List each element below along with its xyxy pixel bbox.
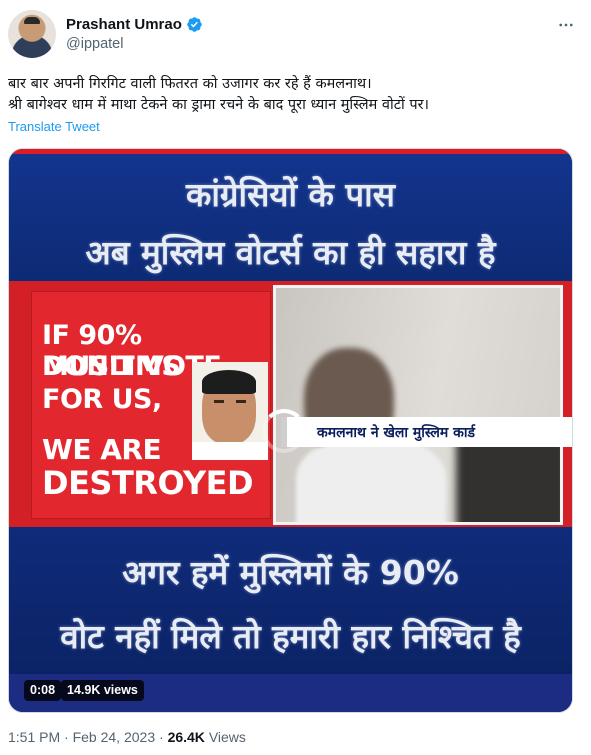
translate-tweet-link[interactable]: Translate Tweet — [8, 119, 100, 134]
quote-line-3: FOR US, — [42, 384, 162, 415]
video-duration-badge: 0:08 — [24, 680, 62, 701]
tweet-text: बार बार अपनी गिरगिट वाली फितरत को उजागर … — [8, 74, 583, 116]
quote-card: IF 90% MUSLIMS DON'T VOTE FOR US, WE ARE… — [31, 291, 271, 519]
tweet-line-1: बार बार अपनी गिरगिट वाली फितरत को उजागर … — [8, 76, 372, 92]
author-name[interactable]: Prashant Umrao — [66, 16, 182, 33]
views-count: 26.4K — [167, 729, 205, 745]
video-views-badge: 14.9K views — [61, 680, 144, 701]
more-options-icon[interactable] — [555, 14, 577, 36]
video-headline-bottom-1: अगर हमें मुस्लिमों के 90% — [122, 553, 459, 592]
loading-spinner-icon — [262, 409, 306, 453]
quote-line-4: WE ARE — [42, 433, 162, 466]
meta-separator: · — [64, 729, 69, 745]
quote-line-5: DESTROYED — [42, 464, 254, 502]
tweet-time[interactable]: 1:51 PM — [8, 729, 60, 745]
video-middle-section: IF 90% MUSLIMS DON'T VOTE FOR US, WE ARE… — [9, 281, 572, 527]
news-strap: कमलनाथ ने खेला मुस्लिम कार्ड — [281, 417, 572, 447]
meta-separator: · — [159, 729, 164, 745]
verified-badge-icon — [187, 16, 202, 32]
tweet-meta: 1:51 PM · Feb 24, 2023 · 26.4K Views — [8, 729, 246, 745]
video-headline-bottom-2: वोट नहीं मिले तो हमारी हार निश्चित है — [60, 617, 521, 656]
video-player[interactable]: कांग्रेसियों के पास अब मुस्लिम वोटर्स का… — [8, 148, 573, 713]
views-label: Views — [208, 729, 246, 745]
tweet-line-2: श्री बागेश्वर धाम में माथा टेकने का ड्रा… — [8, 97, 430, 113]
avatar[interactable] — [8, 10, 56, 58]
video-headline-top-1: कांग्रेसियों के पास — [186, 175, 395, 214]
tweet-header: Prashant Umrao @ippatel — [6, 8, 585, 60]
politician-photo — [192, 362, 268, 460]
author-handle[interactable]: @ippatel — [66, 36, 123, 52]
video-headline-top-2: अब मुस्लिम वोटर्स का ही सहारा है — [85, 233, 496, 272]
author-name-row[interactable]: Prashant Umrao — [66, 14, 203, 34]
video-inset-frame — [273, 285, 563, 525]
tweet-date[interactable]: Feb 24, 2023 — [73, 729, 156, 745]
